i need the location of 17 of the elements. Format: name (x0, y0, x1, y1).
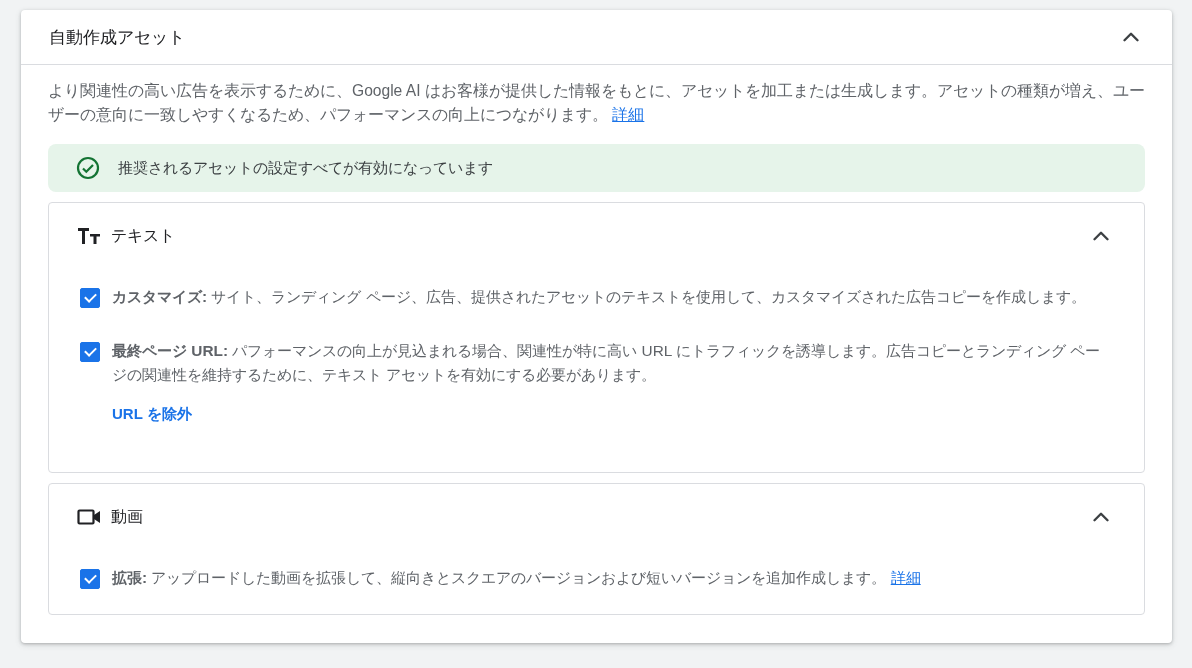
learn-more-link[interactable]: 詳細 (612, 106, 645, 123)
option-text: 拡張: アップロードした動画を拡張して、縦向きとスクエアのバージョンおよび短いバージョンを追加作成します。 詳細 (112, 568, 921, 588)
card-title: 自動作成アセット (49, 26, 185, 49)
banner-text: 推奨されるアセットの設定すべてが有効になっています (118, 158, 493, 178)
option-text: 最終ページ URL: パフォーマンスの向上が見込まれる場合、関連性が特に高い URL にトラフィックを誘導します。広告コピーとランディング ページの関連性を維持するために、テキスト アセットを有効にする必要があります。 (112, 341, 1102, 385)
checkbox[interactable] (80, 288, 100, 308)
exclude-url-link[interactable]: URL を除外 (112, 405, 192, 424)
check-circle-icon (76, 156, 100, 180)
section-title: テキスト (111, 225, 175, 246)
video-camera-icon (77, 507, 101, 527)
checkbox[interactable] (80, 342, 100, 362)
text-size-icon (77, 226, 101, 246)
checkbox[interactable] (80, 569, 100, 589)
learn-more-link[interactable]: 詳細 (890, 569, 921, 586)
section-title: 動画 (111, 506, 143, 527)
option-text: カスタマイズ: サイト、ランディング ページ、広告、提供されたアセットのテキストを使用して、カスタマイズされた広告コピーを作成します。 (112, 287, 1086, 307)
description-text: より関連性の高い広告を表示するために、Google AI はお客様が提供した情報をもとに、アセットを加工または生成します。アセットの種類が増え、ユーザーの意向に一致しやすくなるため、パフォーマンスの向上につながります。 詳細 (48, 81, 1145, 125)
